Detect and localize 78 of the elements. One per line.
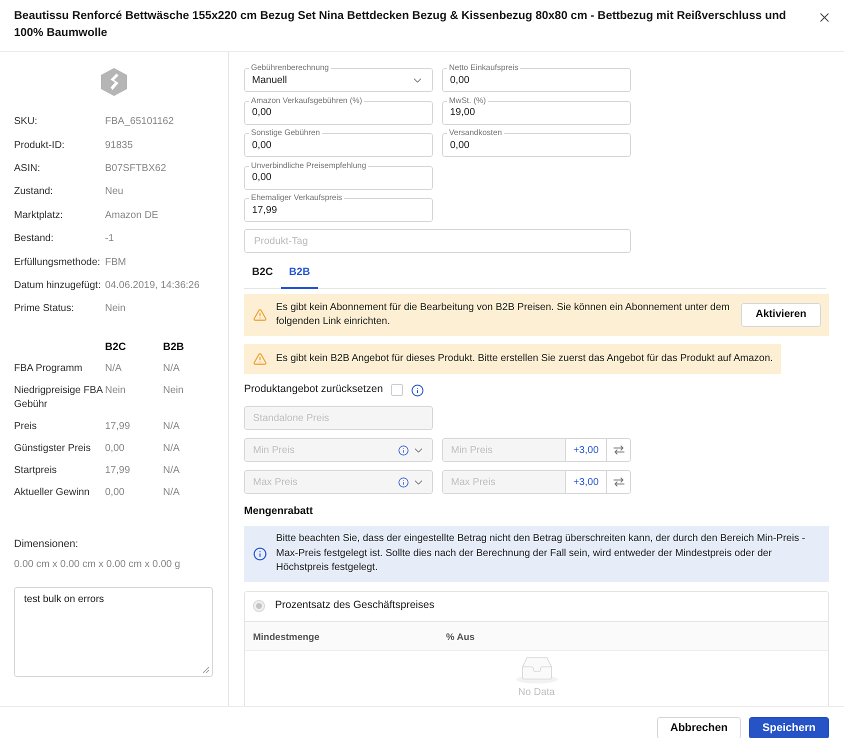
table-cell: N/A bbox=[163, 420, 180, 432]
table-cell: N/A bbox=[163, 464, 180, 476]
column-header: % Aus bbox=[446, 632, 475, 642]
dimensions-value: 0.00 cm x 0.00 cm x 0.00 cm x 0.00 g bbox=[14, 558, 182, 572]
dimensions-label: Dimensionen: bbox=[14, 536, 80, 551]
table-cell: 17,99 bbox=[105, 464, 130, 476]
info-label: Marktplatz: bbox=[14, 208, 64, 223]
dialog-title: Beautissu Renforcé Bettwäsche 155x220 cm Bezug Set Nina Bettdecken Bezug & Kissenbezug 80x80 cm - Bettbezug mit Reißverschluss und 100% Baumwolle bbox=[14, 9, 788, 41]
info-label: Erfüllungsmethode: bbox=[14, 256, 102, 270]
table-cell: N/A bbox=[163, 362, 180, 374]
info-label: Bestand: bbox=[14, 232, 54, 246]
column-header: B2C bbox=[105, 340, 126, 354]
swap-arrows-icon bbox=[612, 476, 624, 488]
price-offset-addon: +3,00 bbox=[566, 438, 606, 462]
cancel-button[interactable]: Abbrechen bbox=[657, 717, 741, 738]
info-value: -1 bbox=[105, 232, 114, 246]
row-label: Preis bbox=[14, 420, 37, 432]
tab[interactable]: B2B bbox=[281, 258, 318, 289]
section-title: Mengenrabatt bbox=[244, 504, 314, 518]
field-label: Amazon Verkaufsgebühren (%) bbox=[249, 96, 364, 106]
table-cell: N/A bbox=[163, 442, 180, 454]
column-header: Mindestmenge bbox=[253, 632, 320, 642]
table-cell: 0,00 bbox=[105, 442, 124, 454]
info-label: Datum hinzugefügt: bbox=[14, 278, 102, 293]
table-cell: Nein bbox=[163, 384, 184, 396]
row-label: Startpreis bbox=[14, 464, 57, 476]
info-value: FBM bbox=[105, 256, 126, 270]
alert-text: Bitte beachten Sie, dass der eingestellte Betrag nicht den Betrag überschreiten kann, der durch den Bereich Min-Preis - Max-Preis festgelegt ist. Sollte dies nach der Berechnung der Fall sein, wird entweder der Mindestpreis oder der Höchstpreis festgelegt. bbox=[276, 532, 806, 575]
info-label: ASIN: bbox=[14, 162, 42, 176]
empty-text: No Data bbox=[518, 686, 555, 698]
field-label: Gebührenberechnung bbox=[249, 63, 331, 73]
price-offset-addon: +3,00 bbox=[566, 470, 606, 494]
row-label: Aktueller Gewinn bbox=[14, 486, 90, 498]
checkbox-label: Produktangebot zurücksetzen bbox=[244, 382, 383, 398]
checkbox[interactable] bbox=[390, 384, 403, 396]
resize-grip-icon[interactable] bbox=[203, 666, 209, 673]
note-textarea[interactable]: test bulk on errors bbox=[14, 586, 213, 677]
row-label: Niedrigpreisige FBA Gebühr bbox=[14, 384, 102, 410]
field-label: Ehemaliger Verkaufspreis bbox=[249, 193, 344, 203]
row-label: FBA Programm bbox=[14, 362, 82, 374]
info-icon bbox=[253, 546, 267, 561]
info-label: SKU: bbox=[14, 115, 38, 130]
info-value: B07SFTBX62 bbox=[105, 162, 166, 176]
radio-label: Prozentsatz des Geschäftspreises bbox=[275, 598, 434, 614]
swap-button[interactable] bbox=[606, 470, 631, 494]
info-value: Neu bbox=[105, 185, 124, 200]
table-cell: 0,00 bbox=[105, 486, 124, 498]
info-label: Produkt-ID: bbox=[14, 138, 66, 153]
tab[interactable]: B2C bbox=[244, 258, 282, 289]
column-header: B2B bbox=[163, 340, 184, 354]
table-cell: N/A bbox=[163, 486, 180, 498]
info-value: 91835 bbox=[105, 138, 133, 153]
alert-text: Es gibt kein B2B Angebot für dieses Produkt. Bitte erstellen Sie zuerst das Angebot für das Produkt auf Amazon. bbox=[276, 352, 773, 366]
info-value: Amazon DE bbox=[105, 208, 158, 223]
logo-icon bbox=[101, 68, 127, 96]
info-value: FBA_65101162 bbox=[105, 115, 174, 130]
field-label: Versandkosten bbox=[447, 128, 504, 138]
table-cell: Nein bbox=[105, 384, 126, 396]
field-label: Unverbindliche Preisempfehlung bbox=[249, 160, 368, 170]
row-label: Günstigster Preis bbox=[14, 442, 91, 454]
swap-arrows-icon bbox=[612, 444, 624, 456]
alert-text: Es gibt kein Abonnement für die Bearbeitung von B2B Preisen. Sie können ein Abonnement unter dem folgenden Link einrichten. bbox=[276, 301, 731, 329]
warning-icon bbox=[253, 308, 267, 322]
info-label: Zustand: bbox=[14, 185, 54, 200]
empty-inbox-icon bbox=[514, 654, 558, 684]
info-icon[interactable] bbox=[410, 384, 424, 396]
info-label: Prime Status: bbox=[14, 302, 76, 316]
info-value: Nein bbox=[105, 302, 126, 316]
field-label: Netto Einkaufspreis bbox=[447, 63, 520, 73]
table-cell: N/A bbox=[105, 362, 122, 374]
field-label: Sonstige Gebühren bbox=[249, 128, 322, 138]
field-label: MwSt. (%) bbox=[447, 96, 488, 106]
swap-button[interactable] bbox=[606, 438, 631, 462]
warning-icon bbox=[253, 352, 267, 366]
table-cell: 17,99 bbox=[105, 420, 130, 432]
activate-button[interactable]: Aktivieren bbox=[741, 303, 821, 327]
info-value: 04.06.2019, 14:36:26 bbox=[105, 278, 200, 293]
save-button[interactable]: Speichern bbox=[749, 717, 829, 738]
